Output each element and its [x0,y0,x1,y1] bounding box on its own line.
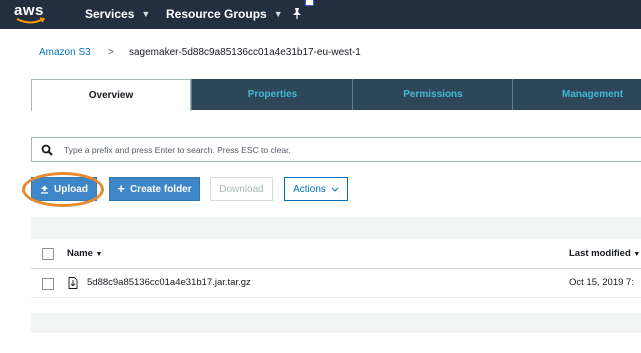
chevron-down-icon [331,187,339,192]
bucket-tabs: Overview Properties Permissions Manageme… [31,79,641,111]
column-last-modified-label: Last modified [569,248,631,259]
chevron-down-icon: ▼ [141,9,151,19]
column-last-modified-header[interactable]: Last modified ▼ [569,248,640,259]
tab-overview[interactable]: Overview [31,79,191,111]
actions-label: Actions [293,183,326,195]
breadcrumb-separator: > [108,47,114,58]
search-icon [41,144,53,156]
file-last-modified: Oct 15, 2019 7: [569,277,634,288]
aws-smile-icon [16,17,46,24]
breadcrumb-amazon-s3[interactable]: Amazon S3 [39,47,91,58]
file-name-link[interactable]: 5d88c9a85136cc01a4e31b17.jar.tar.gz [87,277,251,288]
tab-properties[interactable]: Properties [191,79,353,110]
upload-button[interactable]: Upload [31,177,97,201]
upload-label: Upload [54,183,88,195]
pushpin-icon[interactable] [292,7,302,23]
file-icon [68,277,78,289]
breadcrumb-bucket-name: sagemaker-5d88c9a85136cc01a4e31b17-eu-we… [129,47,361,58]
plus-icon: + [117,181,125,196]
breadcrumb: Amazon S3 > sagemaker-5d88c9a85136cc01a4… [0,29,641,81]
resource-groups-menu[interactable]: Resource Groups ▼ [166,7,283,21]
search-input[interactable] [62,143,626,156]
services-menu[interactable]: Services ▼ [85,7,150,21]
search-bar [31,137,641,162]
tab-permissions-label: Permissions [403,89,463,100]
actions-dropdown[interactable]: Actions [284,177,348,201]
create-folder-label: Create folder [129,183,192,195]
tab-overview-label: Overview [88,90,134,101]
table-toolbar-band [31,217,641,239]
create-folder-button[interactable]: + Create folder [109,177,200,201]
row-checkbox[interactable] [42,278,54,290]
tab-management-label: Management [562,89,624,100]
resource-groups-label: Resource Groups [166,7,267,21]
aws-logo[interactable]: aws [14,2,48,26]
sort-down-icon: ▼ [633,251,641,258]
select-all-checkbox[interactable] [42,248,54,260]
table-footer-band [31,313,641,333]
column-name-header[interactable]: Name ▼ [67,248,102,259]
tab-properties-label: Properties [247,89,298,100]
top-nav-bar: aws Services ▼ Resource Groups ▼ [0,0,641,29]
table-row[interactable]: 5d88c9a85136cc01a4e31b17.jar.tar.gz Oct … [31,269,641,298]
services-label: Services [85,7,135,21]
tab-management[interactable]: Management [512,79,641,110]
tab-permissions[interactable]: Permissions [352,79,513,110]
download-button[interactable]: Download [210,177,273,201]
sort-down-icon: ▼ [95,251,103,258]
upload-icon [41,185,49,194]
column-name-label: Name [67,248,93,259]
chevron-down-icon: ▼ [273,9,283,19]
table-header: Name ▼ Last modified ▼ [31,239,641,269]
cursor-indicator [305,0,314,6]
download-label: Download [219,183,264,195]
